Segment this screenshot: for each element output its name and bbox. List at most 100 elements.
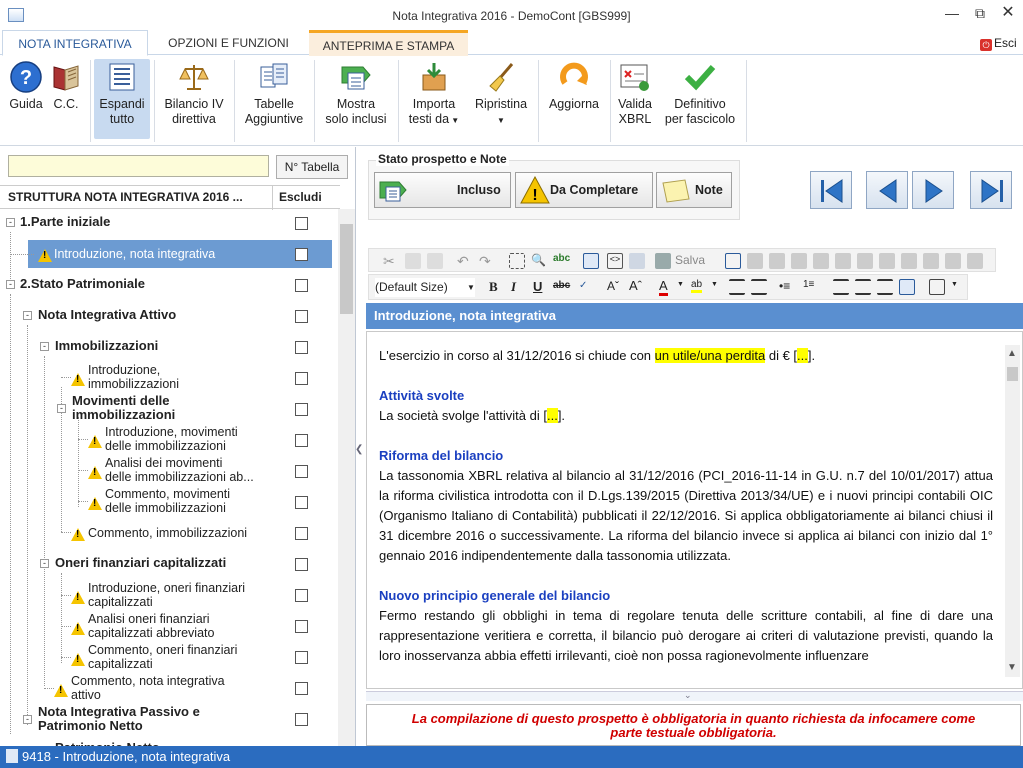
- align-right-icon[interactable]: [877, 279, 893, 295]
- tree-node-introduzione-movimenti[interactable]: Introduzione, movimenti delle immobilizza…: [105, 425, 238, 453]
- esci-button[interactable]: ⏻ Esci: [980, 30, 1017, 56]
- cut-icon[interactable]: ✂: [383, 253, 399, 269]
- table-borders-icon[interactable]: [967, 253, 983, 269]
- copy-icon[interactable]: [405, 253, 421, 269]
- editor-scrollbar-thumb[interactable]: [1007, 367, 1018, 381]
- tab-anteprima-e-stampa[interactable]: ANTEPRIMA E STAMPA: [309, 30, 468, 56]
- aggiorna-button[interactable]: Aggiorna: [542, 59, 606, 139]
- valida-xbrl-button[interactable]: Valida XBRL: [612, 59, 658, 139]
- escludi-checkbox[interactable]: [295, 682, 308, 695]
- italic-icon[interactable]: I: [511, 279, 516, 295]
- note-button[interactable]: Note: [656, 172, 732, 208]
- insert-table-icon[interactable]: [725, 253, 741, 269]
- bilancio-iv-direttiva-button[interactable]: Bilancio IV direttiva: [158, 59, 230, 139]
- escludi-checkbox[interactable]: [295, 279, 308, 292]
- bold-icon[interactable]: B: [489, 279, 498, 295]
- bullet-list-icon[interactable]: •≡: [779, 279, 795, 295]
- mostra-solo-inclusi-button[interactable]: Mostra solo inclusi: [318, 59, 394, 139]
- split-cells-icon[interactable]: [923, 253, 939, 269]
- escludi-checkbox[interactable]: [295, 403, 308, 416]
- incluso-button[interactable]: Incluso: [374, 172, 511, 208]
- tree-node-analisi-oneri[interactable]: Analisi oneri finanziari capitalizzati ab…: [88, 612, 214, 640]
- tree-node-analisi-movimenti[interactable]: Analisi dei movimenti delle immobilizzazi…: [105, 456, 254, 484]
- paste-icon[interactable]: [427, 253, 443, 269]
- format-painter-icon[interactable]: ✓: [579, 280, 587, 291]
- first-record-button[interactable]: [810, 171, 852, 209]
- tree-node-commento-movimenti[interactable]: Commento, movimenti delle immobilizzazion…: [105, 487, 230, 515]
- tree-node-nota-integrativa-attivo[interactable]: Nota Integrativa Attivo: [38, 308, 176, 322]
- escludi-checkbox[interactable]: [295, 713, 308, 726]
- tree-node-oneri-finanziari[interactable]: Oneri finanziari capitalizzati: [55, 556, 226, 570]
- tree-node-stato-patrimoniale[interactable]: 2.Stato Patrimoniale: [20, 277, 145, 291]
- scroll-down-icon[interactable]: ▼: [1007, 662, 1017, 673]
- decrease-font-icon[interactable]: Aˇ: [607, 279, 619, 293]
- collapse-toggle[interactable]: -: [57, 404, 66, 413]
- increase-font-icon[interactable]: Aˆ: [629, 278, 642, 293]
- escludi-checkbox[interactable]: [295, 496, 308, 509]
- note-splitter[interactable]: ⌄: [366, 690, 1023, 701]
- editor-scrollbar[interactable]: [1005, 345, 1020, 677]
- previous-record-button[interactable]: [866, 171, 908, 209]
- rich-text-editor[interactable]: L'esercizio in corso al 31/12/2016 si ch…: [366, 331, 1023, 689]
- tree-node-commento-nota-attivo[interactable]: Commento, nota integrativa attivo: [71, 674, 225, 702]
- salva-label[interactable]: Salva: [675, 253, 705, 267]
- close-icon[interactable]: ✕: [998, 4, 1018, 22]
- strikethrough-icon[interactable]: abc: [553, 280, 570, 291]
- align-center-icon[interactable]: [855, 279, 871, 295]
- select-all-icon[interactable]: [509, 253, 525, 269]
- tree-node-parte-iniziale[interactable]: 1.Parte iniziale: [20, 215, 110, 229]
- field-icon[interactable]: [629, 253, 645, 269]
- highlight-color-icon[interactable]: ab: [691, 279, 703, 293]
- escludi-checkbox[interactable]: [295, 589, 308, 602]
- chevron-down-icon[interactable]: ▼: [951, 281, 958, 288]
- delete-col-icon[interactable]: [879, 253, 895, 269]
- escludi-checkbox[interactable]: [295, 651, 308, 664]
- collapse-left-pane-icon[interactable]: ❮: [355, 430, 363, 470]
- last-record-button[interactable]: [970, 171, 1012, 209]
- insert-row-below-icon[interactable]: [791, 253, 807, 269]
- restore-icon[interactable]: ⧉: [970, 4, 990, 22]
- align-left-icon[interactable]: [833, 279, 849, 295]
- escludi-checkbox[interactable]: [295, 341, 308, 354]
- merge-cells-icon[interactable]: [901, 253, 917, 269]
- escludi-checkbox[interactable]: [295, 248, 308, 261]
- tree-node-movimenti-immobilizzazioni[interactable]: Movimenti delle immobilizzazioni: [72, 394, 175, 422]
- guida-button[interactable]: ? Guida: [4, 59, 48, 139]
- da-completare-button[interactable]: ! Da Completare: [515, 172, 653, 208]
- redo-icon[interactable]: ↷: [479, 253, 495, 269]
- collapse-toggle[interactable]: -: [23, 715, 32, 724]
- escludi-checkbox[interactable]: [295, 310, 308, 323]
- collapse-toggle[interactable]: -: [40, 342, 49, 351]
- escludi-checkbox[interactable]: [295, 620, 308, 633]
- view-icon[interactable]: [583, 253, 599, 269]
- chevron-down-icon[interactable]: ▼: [711, 281, 718, 288]
- tree-node-immobilizzazioni[interactable]: Immobilizzazioni: [55, 339, 158, 353]
- tree-node-introduzione-nota-integrativa[interactable]: Introduzione, nota integrativa: [54, 247, 215, 261]
- borders-icon[interactable]: [929, 279, 945, 295]
- next-record-button[interactable]: [912, 171, 954, 209]
- tree-node-commento-oneri[interactable]: Commento, oneri finanziari capitalizzati: [88, 643, 237, 671]
- scroll-up-icon[interactable]: ▲: [1007, 348, 1017, 359]
- indent-icon[interactable]: [751, 279, 767, 295]
- chevron-down-icon[interactable]: ▼: [677, 281, 684, 288]
- search-input[interactable]: [8, 155, 269, 177]
- ripristina-button[interactable]: Ripristina ▼: [468, 59, 534, 139]
- editor-content[interactable]: L'esercizio in corso al 31/12/2016 si ch…: [379, 346, 993, 666]
- delete-row-icon[interactable]: [813, 253, 829, 269]
- tree-node-introduzione-immobilizzazioni[interactable]: Introduzione, immobilizzazioni: [88, 363, 179, 391]
- escludi-checkbox[interactable]: [295, 465, 308, 478]
- tree-node-introduzione-oneri[interactable]: Introduzione, oneri finanziari capitalizz…: [88, 581, 245, 609]
- escludi-checkbox[interactable]: [295, 372, 308, 385]
- definitivo-per-fascicolo-button[interactable]: Definitivo per fascicolo: [658, 59, 742, 139]
- tree-node-nota-passivo[interactable]: Nota Integrativa Passivo e Patrimonio Net…: [38, 705, 200, 733]
- tab-nota-integrativa[interactable]: NOTA INTEGRATIVA: [2, 30, 148, 56]
- escludi-checkbox[interactable]: [295, 217, 308, 230]
- collapse-toggle[interactable]: -: [6, 280, 15, 289]
- espandi-tutto-button[interactable]: Espandi tutto: [94, 59, 150, 139]
- tab-opzioni-e-funzioni[interactable]: OPZIONI E FUNZIONI: [150, 30, 307, 56]
- spellcheck-icon[interactable]: abc: [553, 253, 570, 269]
- escludi-checkbox[interactable]: [295, 558, 308, 571]
- insert-col-left-icon[interactable]: [835, 253, 851, 269]
- font-color-icon[interactable]: A: [659, 278, 668, 296]
- find-icon[interactable]: 🔍: [531, 253, 547, 269]
